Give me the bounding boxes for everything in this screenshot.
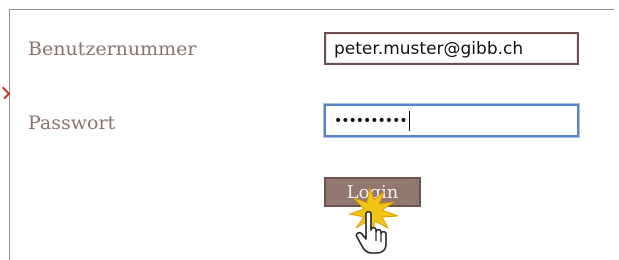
username-field[interactable] — [324, 32, 579, 65]
password-masked-value: •••••••••• — [334, 112, 408, 129]
text-caret — [408, 110, 410, 131]
password-label: Passwort — [28, 112, 116, 134]
password-field[interactable]: •••••••••• — [324, 104, 579, 137]
username-label: Benutzernummer — [28, 38, 197, 60]
login-button[interactable]: Login — [324, 177, 421, 207]
